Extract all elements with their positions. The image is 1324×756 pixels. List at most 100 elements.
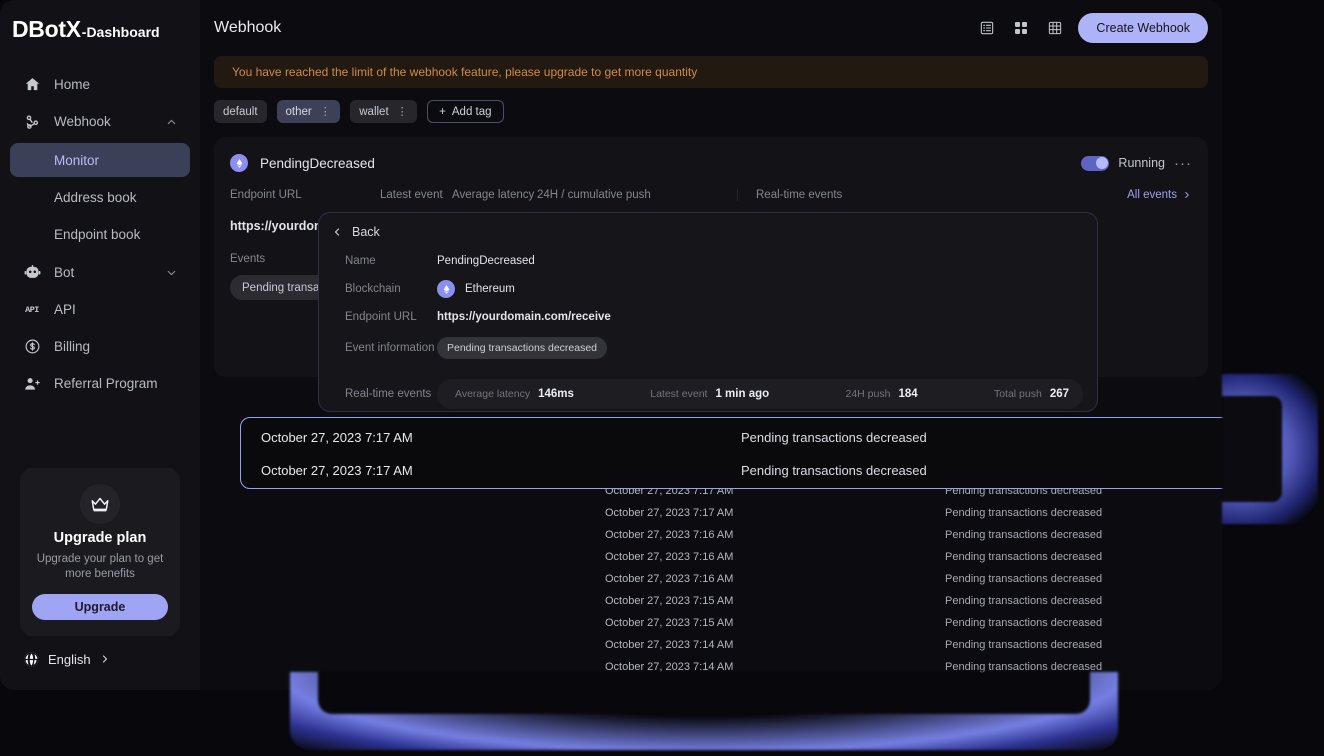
event-row[interactable]: October 27, 2023 7:17 AM Pending transact… — [605, 502, 1222, 524]
event-description: Pending transactions decreased — [741, 463, 927, 478]
column-realtime-label: Real-time events — [756, 189, 843, 201]
billing-icon — [22, 337, 42, 357]
stat-value: 184 — [898, 388, 918, 400]
add-tag-button[interactable]: + Add tag — [427, 100, 504, 123]
column-average-latency: Average latency — [452, 189, 535, 201]
limit-warning-banner: You have reached the limit of the webhoo… — [214, 56, 1208, 88]
field-value-wrap: Ethereum — [437, 280, 515, 298]
sidebar-item-label: Bot — [54, 265, 75, 280]
webhook-card-columns: Endpoint URL Latest event Average latenc… — [214, 189, 1208, 201]
tag-wallet[interactable]: wallet ⋮ — [350, 100, 418, 123]
sidebar-item-label: API — [54, 302, 76, 317]
event-description: Pending transactions decreased — [945, 573, 1103, 585]
sidebar-subitem-label: Monitor — [54, 152, 100, 168]
all-events-link[interactable]: All events — [1127, 189, 1192, 201]
chevron-right-icon — [1185, 192, 1189, 198]
stat-total-push: Total push 267 — [994, 388, 1069, 400]
sidebar-item-api[interactable]: API API — [10, 291, 190, 328]
event-time: October 27, 2023 7:14 AM — [605, 639, 734, 651]
event-description: Pending transactions decreased — [741, 430, 927, 445]
globe-icon — [22, 650, 40, 668]
referral-icon — [22, 374, 42, 394]
event-time: October 27, 2023 7:14 AM — [605, 661, 734, 673]
top-bar: Webhook Create Webhook — [200, 0, 1222, 56]
realtime-label: Real-time events — [345, 388, 432, 400]
sidebar-item-home[interactable]: Home — [10, 66, 190, 103]
language-label: English — [48, 651, 91, 667]
highlighted-event-row[interactable]: October 27, 2023 7:17 AM Pending transact… — [241, 454, 1279, 487]
upgrade-button[interactable]: Upgrade — [32, 594, 168, 620]
sidebar-subitem-label: Endpoint book — [54, 226, 141, 242]
webhook-card-actions: Running ··· — [1081, 155, 1192, 172]
sidebar-item-webhook[interactable]: Webhook — [10, 103, 190, 140]
event-time: October 27, 2023 7:17 AM — [605, 507, 734, 519]
event-time: October 27, 2023 7:15 AM — [605, 617, 734, 629]
sidebar-item-monitor[interactable]: Monitor — [10, 143, 190, 177]
limit-warning-text: You have reached the limit of the webhoo… — [232, 65, 698, 79]
stat-value: 267 — [1049, 388, 1070, 400]
webhook-detail-modal: Back Name PendingDecreased Blockchain Et… — [318, 212, 1098, 412]
event-time: October 27, 2023 7:16 AM — [605, 551, 734, 563]
event-time: October 27, 2023 7:15 AM — [605, 595, 734, 607]
event-row[interactable]: October 27, 2023 7:14 AM Pending transact… — [605, 634, 1222, 656]
ethereum-icon — [230, 154, 248, 172]
stat-key: 24H push — [845, 388, 891, 400]
language-selector[interactable]: English — [0, 650, 200, 690]
webhook-icon — [22, 112, 42, 132]
upgrade-description: Upgrade your plan to get more benefits — [36, 553, 164, 580]
all-events-label: All events — [1127, 189, 1177, 201]
sidebar-item-label: Webhook — [54, 114, 111, 129]
sidebar-nav: Home Webhook Monitor Address book Endpoi… — [0, 66, 200, 402]
ethereum-icon — [437, 280, 455, 298]
plus-icon: + — [439, 105, 446, 118]
stat-value: 146ms — [538, 388, 574, 400]
list-view-icon[interactable] — [976, 17, 998, 39]
tag-default[interactable]: default — [214, 100, 267, 123]
event-row[interactable]: October 27, 2023 7:16 AM Pending transact… — [605, 568, 1222, 590]
upgrade-title: Upgrade plan — [53, 530, 147, 546]
event-row[interactable]: October 27, 2023 7:14 AM Pending transact… — [605, 656, 1222, 678]
tag-label: other — [285, 105, 312, 118]
event-time: October 27, 2023 7:17 AM — [261, 430, 413, 445]
stat-latest-event: Latest event 1 min ago — [650, 388, 769, 400]
sidebar-item-endpoint-book[interactable]: Endpoint book — [10, 217, 190, 251]
chevron-down-icon — [165, 266, 178, 279]
more-options-icon[interactable]: ··· — [1174, 155, 1192, 172]
sidebar-item-referral-program[interactable]: Referral Program — [10, 365, 190, 402]
sidebar-item-label: Billing — [54, 339, 91, 354]
realtime-event-list: October 27, 2023 7:17 AM Pending transact… — [605, 480, 1222, 678]
webhook-card-header: PendingDecreased Running ··· — [214, 137, 1208, 189]
sidebar-item-billing[interactable]: Billing — [10, 328, 190, 365]
sidebar-item-address-book[interactable]: Address book — [10, 180, 190, 214]
event-row[interactable]: October 27, 2023 7:16 AM Pending transact… — [605, 524, 1222, 546]
field-label: Blockchain — [345, 283, 401, 295]
status-toggle[interactable] — [1081, 155, 1110, 171]
event-description: Pending transactions decreased — [945, 595, 1103, 607]
field-label: Event information — [345, 342, 435, 354]
create-webhook-button[interactable]: Create Webhook — [1078, 13, 1208, 43]
tag-menu-icon[interactable]: ⋮ — [320, 105, 332, 118]
page-title: Webhook — [214, 19, 282, 36]
event-time: October 27, 2023 7:16 AM — [605, 529, 734, 541]
grid-view-icon[interactable] — [1010, 17, 1032, 39]
sidebar-item-label: Referral Program — [54, 376, 158, 391]
tag-menu-icon[interactable]: ⋮ — [397, 105, 409, 118]
top-bar-actions: Create Webhook — [976, 13, 1208, 43]
stat-24h-push: 24H push 184 — [845, 388, 917, 400]
stat-average-latency: Average latency 146ms — [455, 388, 574, 400]
chevron-up-icon — [165, 115, 178, 128]
upgrade-plan-card: Upgrade plan Upgrade your plan to get mo… — [20, 468, 180, 636]
column-realtime-events: Real-time events All events — [737, 189, 1192, 201]
tag-other[interactable]: other ⋮ — [276, 100, 341, 123]
sidebar-item-bot[interactable]: Bot — [10, 254, 190, 291]
event-row[interactable]: October 27, 2023 7:15 AM Pending transact… — [605, 590, 1222, 612]
modal-field-event-information: Event information Pending transactions d… — [319, 331, 1097, 365]
table-view-icon[interactable] — [1044, 17, 1066, 39]
brand-logo[interactable]: DBotX -Dashboard — [0, 0, 200, 56]
event-row[interactable]: October 27, 2023 7:15 AM Pending transact… — [605, 612, 1222, 634]
event-description: Pending transactions decreased — [945, 529, 1103, 541]
highlighted-event-row[interactable]: October 27, 2023 7:17 AM Pending transact… — [241, 421, 1279, 454]
back-button[interactable]: Back — [319, 213, 1097, 239]
event-row[interactable]: October 27, 2023 7:16 AM Pending transact… — [605, 546, 1222, 568]
